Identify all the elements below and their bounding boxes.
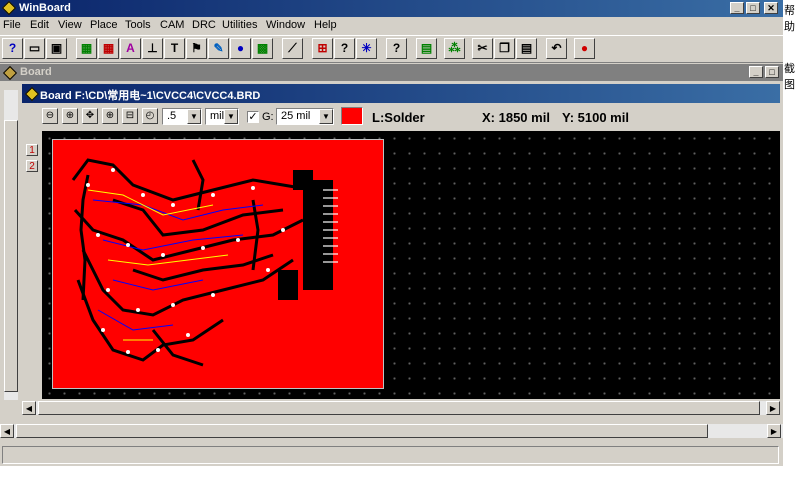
scroll-right-icon[interactable]: ▶ bbox=[766, 401, 780, 415]
pcb-traces bbox=[71, 158, 338, 367]
board-frame-minimize-button[interactable]: _ bbox=[749, 66, 763, 78]
menu-bar: File Edit View Place Tools CAM DRC Utili… bbox=[0, 17, 783, 34]
maximize-button[interactable]: □ bbox=[746, 2, 760, 14]
board-window-title: Board F:\CD\常用电~1\CVCC4\CVCC4.BRD bbox=[40, 90, 261, 102]
unit-select[interactable]: mil ▼ bbox=[205, 108, 239, 125]
board-canvas[interactable] bbox=[42, 131, 780, 399]
help-icon[interactable]: ? bbox=[2, 38, 23, 59]
board-frame-icon bbox=[2, 65, 18, 81]
background-text-2: 截图 bbox=[784, 63, 795, 91]
close-button[interactable]: ✕ bbox=[764, 2, 778, 14]
flag-icon[interactable]: ⚑ bbox=[186, 38, 207, 59]
chevron-down-icon: ▼ bbox=[187, 109, 201, 124]
board-frame-maximize-button[interactable]: □ bbox=[765, 66, 779, 78]
pad-icon[interactable]: ⊥ bbox=[142, 38, 163, 59]
scroll-right-icon[interactable]: ▶ bbox=[767, 424, 781, 438]
menu-utilities[interactable]: Utilities bbox=[222, 19, 257, 31]
report-icon[interactable]: ▤ bbox=[416, 38, 437, 59]
save-icon[interactable]: ▣ bbox=[46, 38, 67, 59]
menu-edit[interactable]: Edit bbox=[30, 19, 49, 31]
status-panel bbox=[2, 446, 779, 464]
layer-color-swatch[interactable] bbox=[341, 107, 363, 125]
grid-icon[interactable]: ▩ bbox=[252, 38, 273, 59]
pattern-icon[interactable]: A bbox=[120, 38, 141, 59]
text-icon[interactable]: T bbox=[164, 38, 185, 59]
paste-icon[interactable]: ▤ bbox=[516, 38, 537, 59]
menu-place[interactable]: Place bbox=[90, 19, 118, 31]
board-frame-caption: Board _ □ bbox=[0, 64, 783, 81]
grid-size-select[interactable]: 25 mil ▼ bbox=[276, 108, 334, 125]
menu-cam[interactable]: CAM bbox=[160, 19, 184, 31]
scroll-thumb[interactable] bbox=[16, 424, 708, 438]
layer-tab-1[interactable]: 1 bbox=[26, 144, 38, 156]
zoom-window-icon[interactable]: ⊟ bbox=[122, 108, 138, 124]
menu-view[interactable]: View bbox=[58, 19, 82, 31]
app-title: WinBoard bbox=[19, 2, 71, 14]
app-icon bbox=[1, 0, 17, 16]
board-window-icon bbox=[24, 86, 40, 102]
library-icon[interactable]: ▦ bbox=[98, 38, 119, 59]
view-toolbar: ⊖ ⊕ ✥ ⊕ ⊟ ◴ .5 ▼ mil ▼ ✓ G: 25 mil ▼ L:S… bbox=[22, 104, 780, 130]
main-toolbar: ? ▭ ▣ ▦ ▦ A ⊥ T ⚑ ✎ ● ▩ ⟋ ⊞ ? ✳ ? ▤ ⁂ ✂ … bbox=[0, 35, 783, 63]
layer-label: L:Solder bbox=[372, 110, 425, 125]
component-icon[interactable]: ▦ bbox=[76, 38, 97, 59]
grid-checkbox[interactable]: ✓ bbox=[247, 111, 259, 123]
chevron-down-icon: ▼ bbox=[319, 109, 333, 124]
new-file-icon[interactable]: ▭ bbox=[24, 38, 45, 59]
circle-icon[interactable]: ● bbox=[230, 38, 251, 59]
connect-icon[interactable]: ✳ bbox=[356, 38, 377, 59]
grid-label: G: bbox=[262, 111, 274, 123]
menu-help[interactable]: Help bbox=[314, 19, 337, 31]
place-part-icon[interactable]: ⊞ bbox=[312, 38, 333, 59]
zoom-out-icon[interactable]: ⊖ bbox=[42, 108, 58, 124]
zoom-all-icon[interactable]: ⊕ bbox=[102, 108, 118, 124]
background-text-1: 帮助 bbox=[784, 5, 795, 33]
title-bar: WinBoard _ □ ✕ bbox=[0, 0, 783, 17]
y-coordinate-readout: Y: 5100 mil bbox=[562, 110, 629, 125]
cut-icon[interactable]: ✂ bbox=[472, 38, 493, 59]
pcb-board bbox=[52, 139, 384, 389]
zoom-in-icon[interactable]: ⊕ bbox=[62, 108, 78, 124]
board-window-caption: Board F:\CD\常用电~1\CVCC4\CVCC4.BRD bbox=[22, 84, 780, 103]
wire-icon[interactable]: ⟋ bbox=[282, 38, 303, 59]
scroll-left-icon[interactable]: ◀ bbox=[0, 424, 14, 438]
netlist-icon[interactable]: ⁂ bbox=[444, 38, 465, 59]
color-icon[interactable]: ● bbox=[574, 38, 595, 59]
menu-file[interactable]: File bbox=[3, 19, 21, 31]
query-icon[interactable]: ? bbox=[334, 38, 355, 59]
board-frame-title: Board bbox=[20, 66, 52, 78]
minimize-button[interactable]: _ bbox=[730, 2, 744, 14]
brush-icon[interactable]: ✎ bbox=[208, 38, 229, 59]
scroll-thumb[interactable] bbox=[4, 120, 18, 392]
undo-icon[interactable]: ↶ bbox=[546, 38, 567, 59]
board-frame-vertical-scrollbar[interactable] bbox=[4, 90, 18, 400]
menu-tools[interactable]: Tools bbox=[125, 19, 151, 31]
board-frame-horizontal-scrollbar[interactable]: ◀ ▶ bbox=[0, 424, 783, 438]
menu-drc[interactable]: DRC bbox=[192, 19, 216, 31]
layer-tab-2[interactable]: 2 bbox=[26, 160, 38, 172]
menu-window[interactable]: Window bbox=[266, 19, 305, 31]
zoom-select[interactable]: .5 ▼ bbox=[162, 108, 202, 125]
background-window-edge: 帮助 截图 bbox=[783, 0, 800, 480]
question-icon[interactable]: ? bbox=[386, 38, 407, 59]
zoom-previous-icon[interactable]: ◴ bbox=[142, 108, 158, 124]
copy-icon[interactable]: ❐ bbox=[494, 38, 515, 59]
x-coordinate-readout: X: 1850 mil bbox=[482, 110, 550, 125]
board-window-horizontal-scrollbar[interactable]: ◀ ▶ bbox=[22, 401, 780, 415]
chevron-down-icon: ▼ bbox=[224, 109, 238, 124]
scroll-left-icon[interactable]: ◀ bbox=[22, 401, 36, 415]
scroll-thumb[interactable] bbox=[38, 401, 760, 415]
status-bar bbox=[0, 444, 783, 466]
zoom-pan-icon[interactable]: ✥ bbox=[82, 108, 98, 124]
